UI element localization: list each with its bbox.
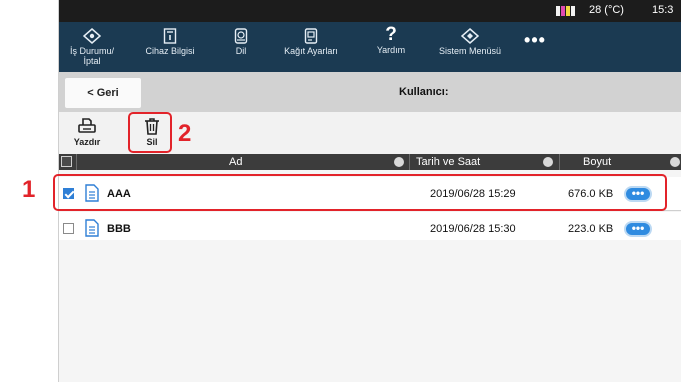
column-header-name[interactable]: Ad <box>229 156 242 168</box>
help-icon: ? <box>385 24 397 45</box>
nav-language-label: Dil <box>235 46 247 56</box>
back-button[interactable]: < Geri <box>65 78 141 108</box>
print-button-label: Yazdır <box>73 137 101 147</box>
file-name: BBB <box>107 223 131 235</box>
nav-job-status-label: İş Durumu/ İptal <box>69 46 114 66</box>
nav-device-info-label: Cihaz Bilgisi <box>145 46 195 56</box>
page-title: Kullanıcı: <box>399 86 449 98</box>
row-checkbox[interactable] <box>63 223 74 234</box>
paper-settings-icon <box>304 28 318 44</box>
select-all-checkbox[interactable] <box>61 156 72 167</box>
status-bar: 28 (°C) 15:3 <box>59 0 681 22</box>
screen: 28 (°C) 15:3 İş Durumu/ İptal Cihaz Bilg… <box>0 0 681 382</box>
nav-more-button[interactable]: ••• <box>519 22 551 72</box>
nav-system-menu-button[interactable]: Sistem Menüsü <box>433 22 507 72</box>
sort-name-icon[interactable] <box>394 157 404 167</box>
nav-device-info-button[interactable]: Cihaz Bilgisi <box>139 22 201 72</box>
nav-system-menu-label: Sistem Menüsü <box>438 46 502 56</box>
sort-datetime-icon[interactable] <box>543 157 553 167</box>
column-header-size[interactable]: Boyut <box>583 156 611 168</box>
column-divider <box>409 154 410 170</box>
callout-number-1: 1 <box>22 176 36 203</box>
system-menu-icon <box>461 28 479 44</box>
details-button[interactable]: ••• <box>624 221 652 237</box>
language-icon <box>234 28 248 44</box>
nav-paper-settings-button[interactable]: Kağıt Ayarları <box>279 22 343 72</box>
toner-level-icon <box>556 6 575 16</box>
delete-highlight-frame <box>128 112 172 153</box>
nav-paper-settings-label: Kağıt Ayarları <box>284 46 338 56</box>
file-size: 223.0 KB <box>568 223 614 235</box>
print-button[interactable]: Yazdır <box>69 116 105 147</box>
more-icon: ••• <box>524 30 546 50</box>
nav-help-label: Yardım <box>376 45 406 55</box>
title-bar: < Geri Kullanıcı: <box>59 72 681 112</box>
sort-size-icon[interactable] <box>670 157 680 167</box>
file-datetime: 2019/06/28 15:30 <box>430 223 516 235</box>
device-info-icon <box>163 28 177 44</box>
printer-icon <box>78 118 96 133</box>
nav-job-status-button[interactable]: İş Durumu/ İptal <box>59 22 125 72</box>
clock: 15:3 <box>652 4 674 16</box>
nav-language-button[interactable]: Dil <box>221 22 261 72</box>
row-highlight-frame <box>53 174 667 211</box>
document-icon <box>85 219 99 237</box>
top-navigation: İş Durumu/ İptal Cihaz Bilgisi Dil Kağıt… <box>59 22 681 72</box>
column-divider <box>559 154 560 170</box>
job-status-icon <box>83 28 101 44</box>
table-header: Ad Tarih ve Saat Boyut <box>59 154 681 170</box>
empty-list-area <box>59 240 681 382</box>
temperature-readout: 28 (°C) <box>589 4 624 16</box>
callout-number-2: 2 <box>178 120 192 147</box>
nav-help-button[interactable]: ? Yardım <box>373 22 409 72</box>
column-header-datetime[interactable]: Tarih ve Saat <box>416 156 480 168</box>
column-divider <box>76 154 77 170</box>
